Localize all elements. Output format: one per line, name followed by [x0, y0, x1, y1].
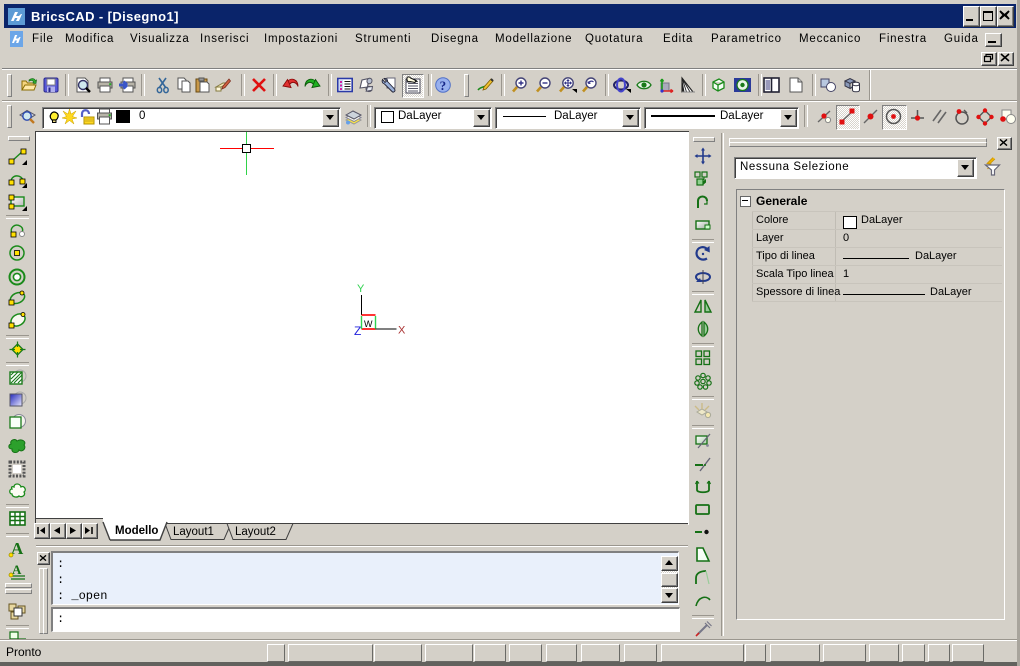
svg-text:Y: Y	[357, 283, 365, 295]
svg-text:X: X	[398, 325, 406, 337]
svg-text:?: ?	[440, 78, 447, 93]
svg-text:Z: Z	[354, 324, 361, 338]
svg-text:W: W	[364, 319, 373, 329]
svg-text:A: A	[12, 562, 22, 577]
